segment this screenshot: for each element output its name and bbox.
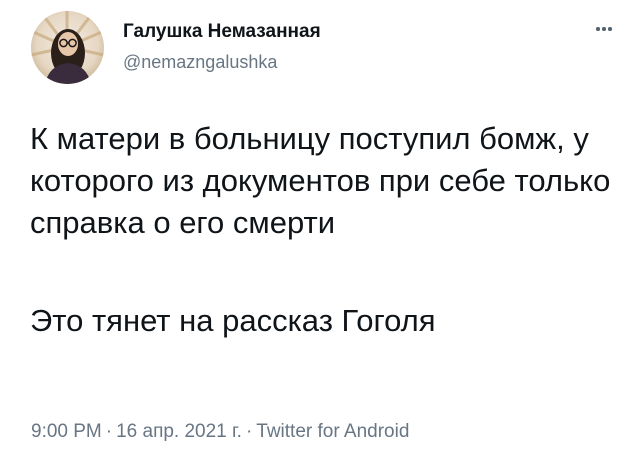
tweet-meta: 9:00 PM · 16 апр. 2021 г. · Twitter for Andr… [31,421,409,443]
tweet-card: Галушка Немазанная @nemazngalushka К мат… [0,0,640,462]
avatar-image [31,11,104,84]
author-handle[interactable]: @nemazngalushka [123,52,277,73]
tweet-time[interactable]: 9:00 PM [31,421,102,442]
more-dot [602,27,606,31]
tweet-text: К матери в больницу поступил бомж, у кот… [30,118,630,342]
avatar[interactable] [31,11,104,84]
tweet-source[interactable]: Twitter for Android [256,421,409,442]
tweet-paragraph: К матери в больницу поступил бомж, у кот… [30,121,611,240]
more-dot [596,27,600,31]
author-display-name[interactable]: Галушка Немазанная [123,21,321,43]
tweet-paragraph: Это тянет на рассказ Гоголя [30,303,436,338]
more-options-icon[interactable] [592,22,616,36]
tweet-date[interactable]: 16 апр. 2021 г. [116,421,242,442]
meta-separator: · [105,421,113,442]
more-dot [608,27,612,31]
meta-separator: · [245,421,253,442]
